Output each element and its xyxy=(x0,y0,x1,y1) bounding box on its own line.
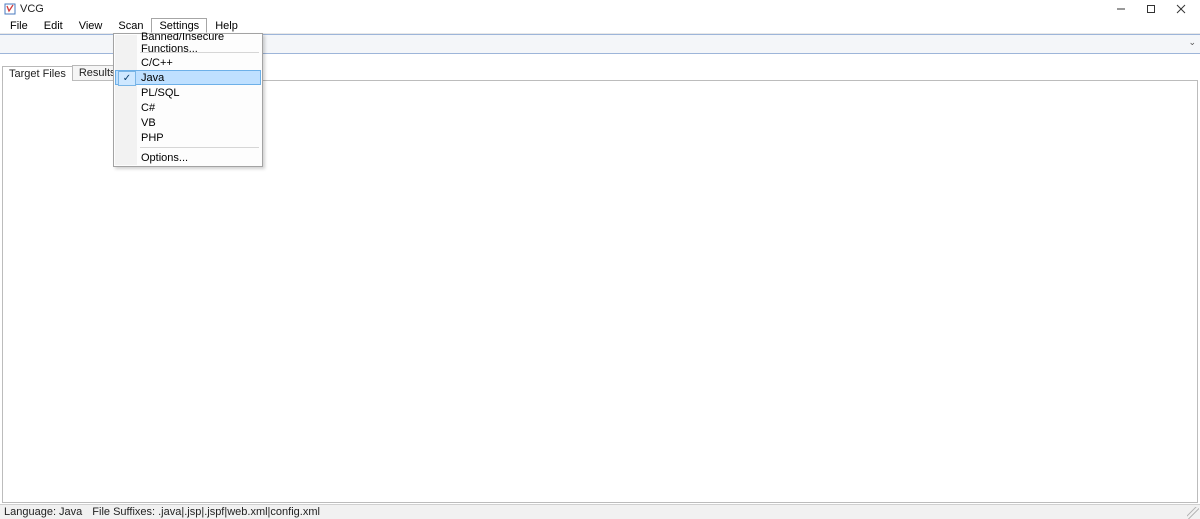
app-icon xyxy=(4,3,16,15)
status-suffixes: File Suffixes: .java|.jsp|.jspf|web.xml|… xyxy=(92,506,320,518)
menu-view[interactable]: View xyxy=(71,18,111,33)
menu-edit[interactable]: Edit xyxy=(36,18,71,33)
menu-bar: File Edit View Scan Settings Help xyxy=(0,18,1200,34)
menu-item-java-label: Java xyxy=(141,72,164,84)
menu-item-plsql[interactable]: PL/SQL xyxy=(115,85,261,100)
app-title: VCG xyxy=(20,3,44,15)
minimize-button[interactable] xyxy=(1106,1,1136,17)
menu-item-php[interactable]: PHP xyxy=(115,130,261,145)
menu-settings[interactable]: Settings xyxy=(151,18,207,33)
title-bar: VCG xyxy=(0,0,1200,18)
resize-grip-icon[interactable] xyxy=(1187,507,1199,519)
check-icon: ✓ xyxy=(118,71,136,86)
menu-item-banned-functions[interactable]: Banned/Insecure Functions... xyxy=(115,35,261,50)
menu-item-vb[interactable]: VB xyxy=(115,115,261,130)
tab-target-files[interactable]: Target Files xyxy=(2,66,73,81)
toolbar-overflow-icon[interactable]: ⌄ xyxy=(1188,37,1196,48)
settings-dropdown: Banned/Insecure Functions... C/C++ ✓ Jav… xyxy=(113,33,263,167)
close-button[interactable] xyxy=(1166,1,1196,17)
menu-file[interactable]: File xyxy=(2,18,36,33)
menu-item-ccpp[interactable]: C/C++ xyxy=(115,55,261,70)
window-controls xyxy=(1106,1,1196,17)
menu-separator xyxy=(140,147,259,148)
maximize-button[interactable] xyxy=(1136,1,1166,17)
status-bar: Language: Java File Suffixes: .java|.jsp… xyxy=(0,504,1200,519)
status-language: Language: Java xyxy=(4,506,82,518)
menu-item-java[interactable]: ✓ Java xyxy=(115,70,261,85)
menu-item-options[interactable]: Options... xyxy=(115,150,261,165)
menu-item-csharp[interactable]: C# xyxy=(115,100,261,115)
